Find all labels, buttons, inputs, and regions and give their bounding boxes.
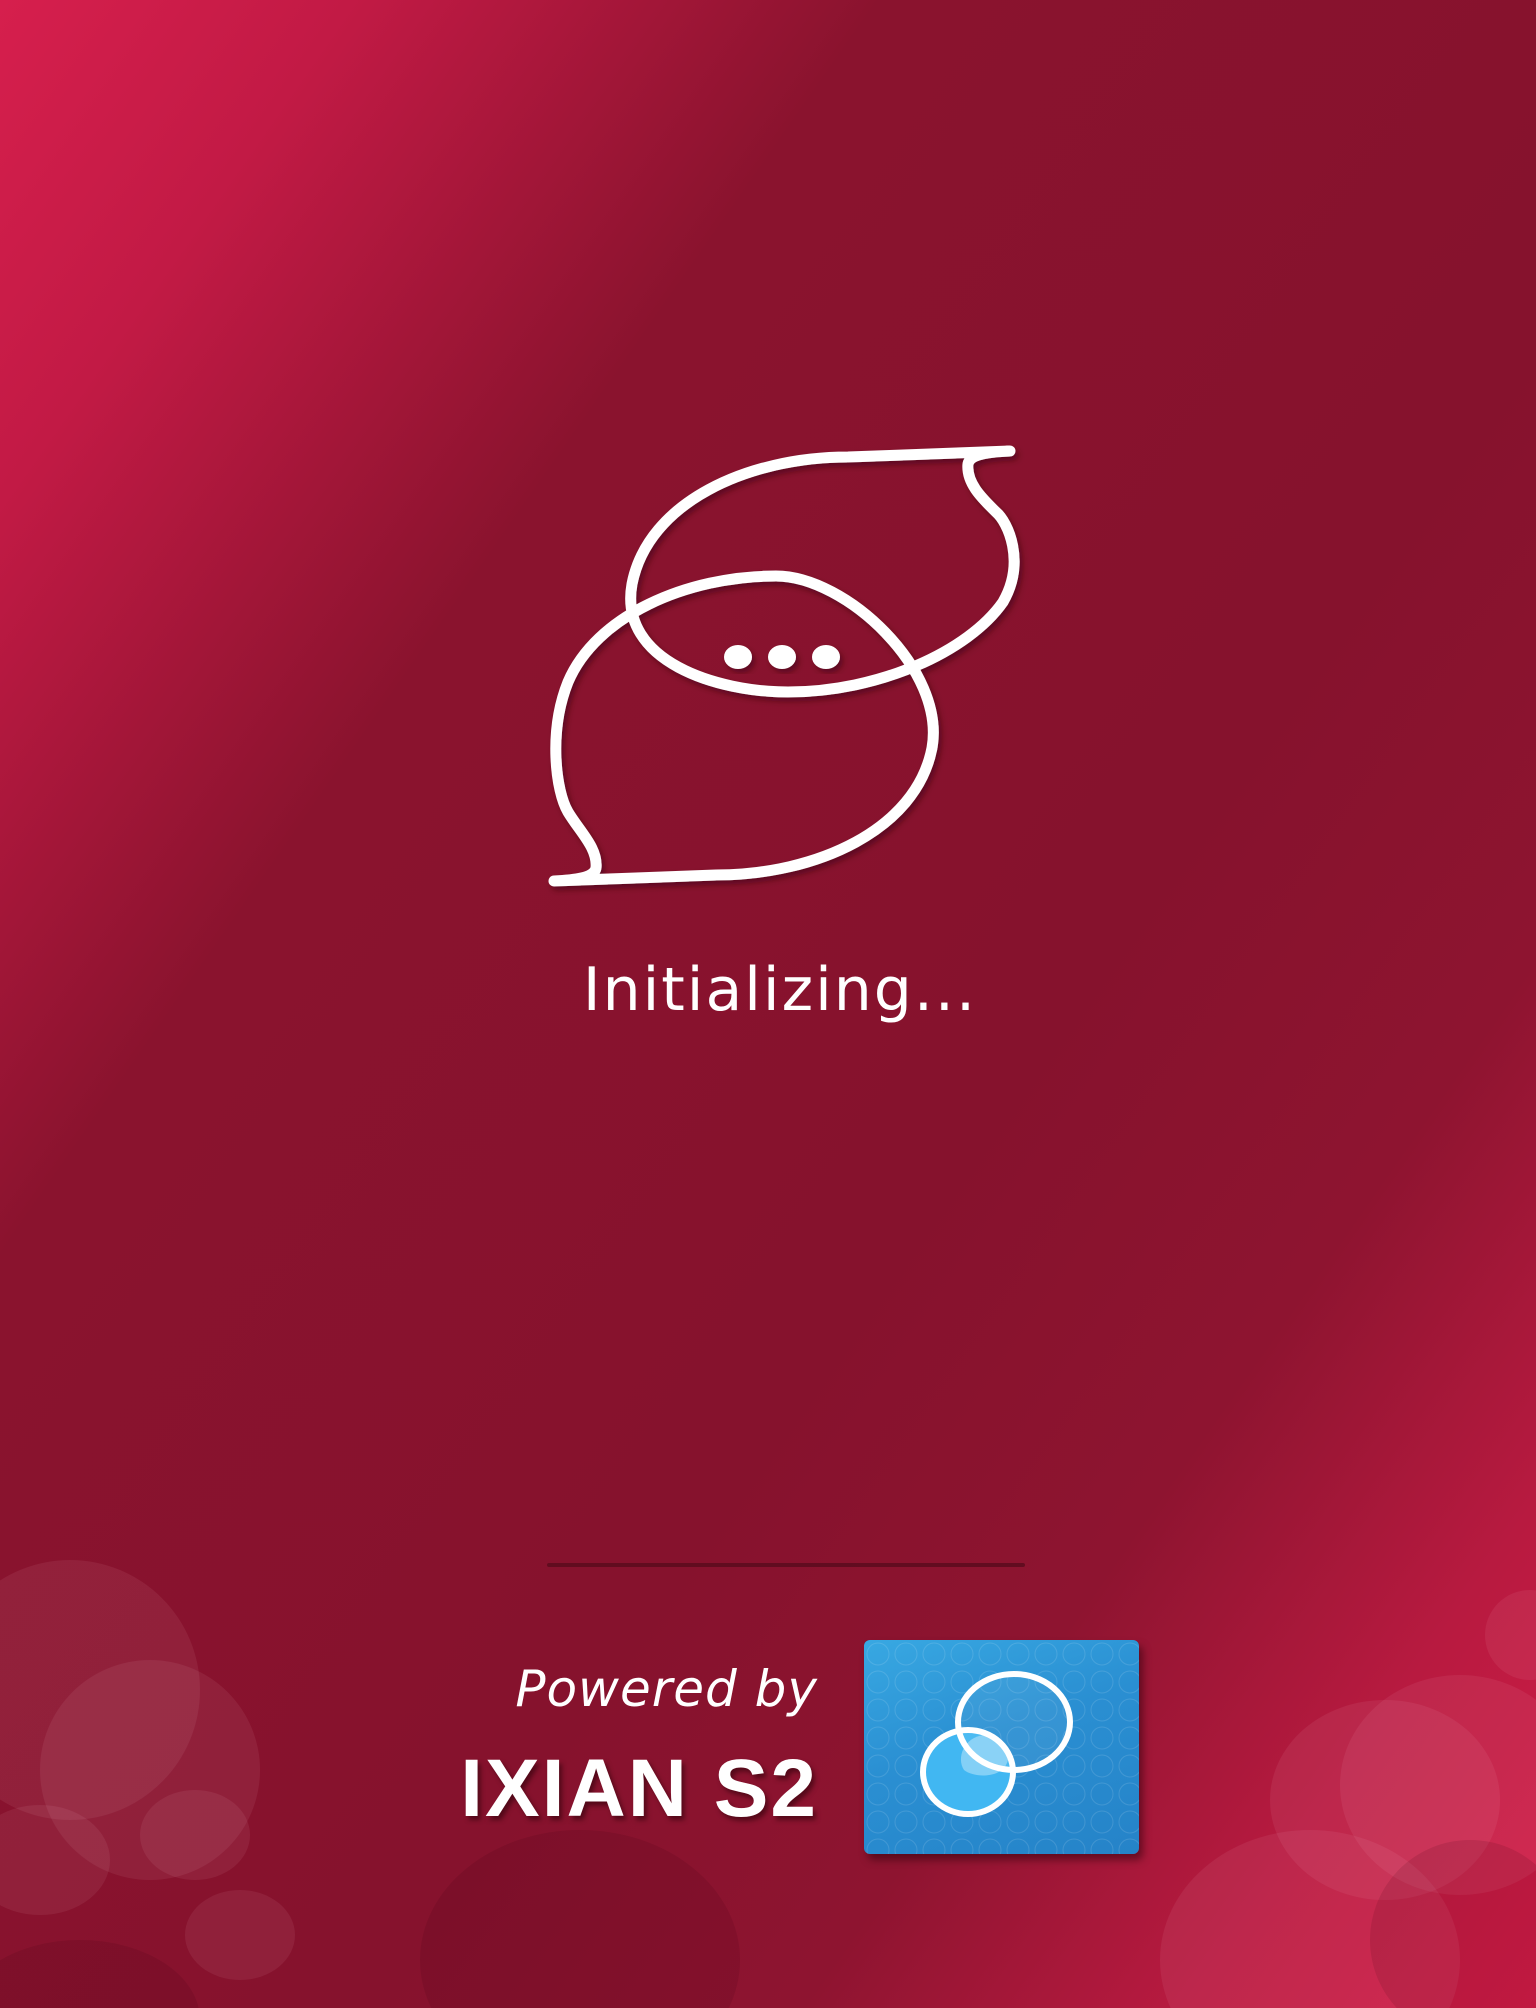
initializing-status: Initializing...	[582, 955, 978, 1025]
bokeh-decoration	[0, 1940, 200, 2008]
splash-screen: Initializing... Powered by IXIAN S2	[0, 0, 1536, 2008]
bokeh-decoration	[1340, 1675, 1536, 1895]
chat-bubbles-icon	[548, 445, 1020, 887]
footer-divider	[547, 1563, 1025, 1567]
bokeh-decoration	[1160, 1830, 1460, 2008]
ixian-overlapping-circles-icon	[864, 1640, 1139, 1854]
bokeh-decoration	[1485, 1590, 1536, 1680]
powered-by-label: Powered by	[515, 1660, 818, 1718]
bokeh-decoration	[40, 1660, 260, 1880]
typing-dot	[724, 645, 752, 669]
ixian-logo	[864, 1640, 1139, 1854]
brand-name: IXIAN S2	[460, 1743, 818, 1834]
bokeh-decoration	[185, 1890, 295, 1980]
bokeh-decoration	[140, 1790, 250, 1880]
bokeh-decoration	[0, 1805, 110, 1915]
bokeh-decoration	[420, 1830, 740, 2008]
typing-dot	[768, 645, 796, 669]
typing-dot	[812, 645, 840, 669]
bokeh-decoration	[1270, 1700, 1500, 1900]
bokeh-decoration	[1370, 1840, 1536, 2008]
app-logo	[548, 442, 1020, 890]
bokeh-decoration	[0, 1560, 200, 1820]
